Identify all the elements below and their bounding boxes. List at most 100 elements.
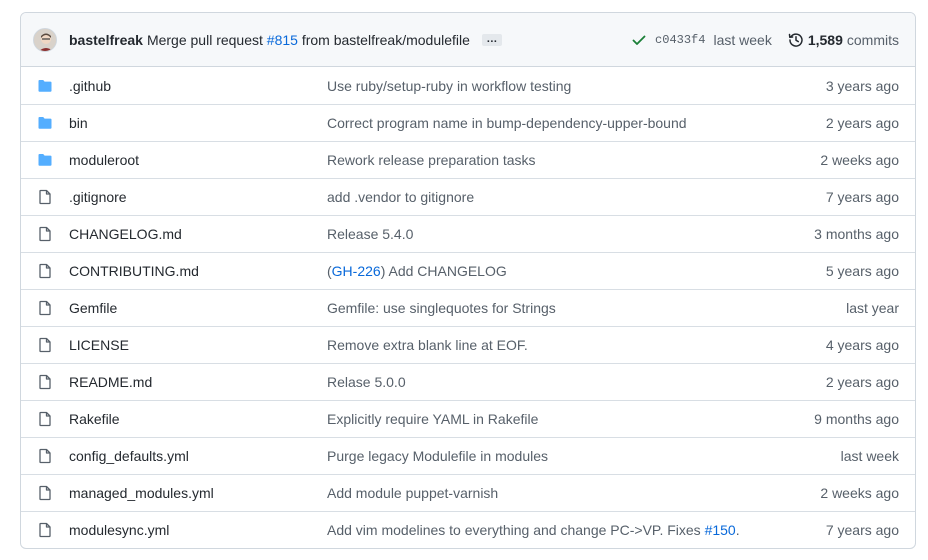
file-commit-message: Release 5.4.0 bbox=[311, 226, 814, 242]
file-name-link[interactable]: bin bbox=[69, 115, 311, 131]
file-commit-age[interactable]: 7 years ago bbox=[826, 522, 899, 538]
commits-label[interactable]: commits bbox=[847, 32, 899, 48]
commit-message-suffix: from bastelfreak/modulefile bbox=[301, 31, 470, 48]
file-commit-age[interactable]: last year bbox=[846, 300, 899, 316]
file-name-link[interactable]: README.md bbox=[69, 374, 311, 390]
commit-author[interactable]: bastelfreak bbox=[69, 32, 143, 48]
file-commit-age[interactable]: 4 years ago bbox=[826, 337, 899, 353]
commit-message-text[interactable]: Add vim modelines to everything and chan… bbox=[327, 522, 667, 538]
folder-icon bbox=[38, 79, 52, 92]
check-icon[interactable] bbox=[631, 32, 647, 48]
commit-message-text[interactable]: Correct program name in bump-dependency-… bbox=[327, 115, 687, 131]
file-name-link[interactable]: managed_modules.yml bbox=[69, 485, 311, 501]
file-icon bbox=[39, 337, 51, 353]
commit-message-text[interactable]: Purge legacy Modulefile in modules bbox=[327, 448, 548, 464]
file-row[interactable]: CONTRIBUTING.md (GH-226) Add CHANGELOG 5 y… bbox=[21, 252, 915, 289]
file-name-link[interactable]: CHANGELOG.md bbox=[69, 226, 311, 242]
file-name-link[interactable]: config_defaults.yml bbox=[69, 448, 311, 464]
file-commit-age[interactable]: 7 years ago bbox=[826, 189, 899, 205]
file-commit-message: add .vendor to gitignore bbox=[311, 189, 826, 205]
file-commit-message: Correct program name in bump-dependency-… bbox=[311, 115, 826, 131]
file-row[interactable]: LICENSE Remove extra blank line at EOF. 4 … bbox=[21, 326, 915, 363]
file-commit-age[interactable]: 2 weeks ago bbox=[820, 485, 899, 501]
file-commit-age[interactable]: 3 months ago bbox=[814, 226, 899, 242]
file-row[interactable]: Gemfile Gemfile: use singlequotes for Str… bbox=[21, 289, 915, 326]
commit-message-keyword: Fixes bbox=[667, 522, 701, 538]
file-commit-age[interactable]: 5 years ago bbox=[826, 263, 899, 279]
commit-message-text[interactable]: ) Add CHANGELOG bbox=[381, 263, 507, 279]
file-icon bbox=[39, 300, 51, 316]
file-row[interactable]: CHANGELOG.md Release 5.4.0 3 months ago bbox=[21, 215, 915, 252]
commit-message-text[interactable]: Add module puppet-varnish bbox=[327, 485, 498, 501]
file-icon bbox=[39, 448, 51, 464]
file-commit-age[interactable]: 2 weeks ago bbox=[820, 152, 899, 168]
file-commit-message: Add module puppet-varnish bbox=[311, 485, 820, 501]
file-commit-message: Purge legacy Modulefile in modules bbox=[311, 448, 841, 464]
file-name-link[interactable]: Rakefile bbox=[69, 411, 311, 427]
commit-pr-link[interactable]: #815 bbox=[267, 32, 298, 48]
file-commit-age[interactable]: last week bbox=[841, 448, 899, 464]
issue-link[interactable]: #150 bbox=[705, 522, 736, 538]
file-commit-message: Relase 5.0.0 bbox=[311, 374, 826, 390]
file-row[interactable]: config_defaults.yml Purge legacy Modulefi… bbox=[21, 437, 915, 474]
commit-message-text[interactable]: Remove extra blank line at EOF. bbox=[327, 337, 528, 353]
file-icon bbox=[39, 485, 51, 501]
commit-time: last week bbox=[713, 31, 772, 48]
file-commit-age[interactable]: 3 years ago bbox=[826, 78, 899, 94]
commits-count[interactable]: 1,589 bbox=[808, 32, 843, 48]
file-commit-message: Rework release preparation tasks bbox=[311, 152, 820, 168]
latest-commit-bar: bastelfreak Merge pull request #815 from… bbox=[21, 13, 915, 67]
file-commit-message: Use ruby/setup-ruby in workflow testing bbox=[311, 78, 826, 94]
file-row[interactable]: Rakefile Explicitly require YAML in Rakef… bbox=[21, 400, 915, 437]
file-row[interactable]: .github Use ruby/setup-ruby in workflow t… bbox=[21, 67, 915, 104]
avatar[interactable] bbox=[33, 27, 57, 52]
file-commit-age[interactable]: 2 years ago bbox=[826, 115, 899, 131]
file-row[interactable]: bin Correct program name in bump-dependen… bbox=[21, 104, 915, 141]
file-row[interactable]: managed_modules.yml Add module puppet-var… bbox=[21, 474, 915, 511]
file-icon bbox=[39, 522, 51, 538]
commit-message-prefix: Merge pull request bbox=[146, 31, 263, 48]
commit-message-text[interactable]: Explicitly require YAML in Rakefile bbox=[327, 411, 538, 427]
commit-message-text[interactable]: Use ruby/setup-ruby in workflow testing bbox=[327, 78, 571, 94]
commit-sha[interactable]: c0433f4 bbox=[655, 33, 705, 47]
commit-message-text[interactable]: add .vendor to gitignore bbox=[327, 189, 474, 205]
commit-message-text[interactable]: Gemfile: use singlequotes for Strings bbox=[327, 300, 556, 316]
file-list: .github Use ruby/setup-ruby in workflow t… bbox=[21, 67, 915, 548]
file-name-link[interactable]: CONTRIBUTING.md bbox=[69, 263, 311, 279]
commit-message-text[interactable]: Relase 5.0.0 bbox=[327, 374, 406, 390]
file-icon bbox=[39, 411, 51, 427]
file-commit-age[interactable]: 9 months ago bbox=[814, 411, 899, 427]
file-icon bbox=[39, 189, 51, 205]
file-row[interactable]: .gitignore add .vendor to gitignore 7 year… bbox=[21, 178, 915, 215]
commit-message-text[interactable]: . bbox=[736, 522, 740, 538]
history-icon[interactable] bbox=[788, 32, 804, 48]
file-icon bbox=[39, 263, 51, 279]
avatar-image bbox=[34, 28, 56, 51]
file-commit-age[interactable]: 2 years ago bbox=[826, 374, 899, 390]
file-commit-message: Explicitly require YAML in Rakefile bbox=[311, 411, 814, 427]
file-commit-message: Remove extra blank line at EOF. bbox=[311, 337, 826, 353]
file-name-link[interactable]: .gitignore bbox=[69, 189, 311, 205]
file-commit-message: Gemfile: use singlequotes for Strings bbox=[311, 300, 846, 316]
commit-meta: c0433f4 last week 1,589 commits bbox=[631, 32, 899, 48]
file-name-link[interactable]: modulesync.yml bbox=[69, 522, 311, 538]
file-row[interactable]: moduleroot Rework release preparation tas… bbox=[21, 141, 915, 178]
file-name-link[interactable]: LICENSE bbox=[69, 337, 311, 353]
commit-message-text[interactable]: Release 5.4.0 bbox=[327, 226, 413, 242]
file-name-link[interactable]: .github bbox=[69, 78, 311, 94]
expand-message-button[interactable]: … bbox=[481, 33, 502, 46]
file-icon bbox=[39, 226, 51, 242]
file-icon bbox=[39, 374, 51, 390]
file-browser: bastelfreak Merge pull request #815 from… bbox=[20, 12, 916, 549]
folder-icon bbox=[38, 117, 52, 129]
commit-message[interactable]: Merge pull request #815 from bastelfreak… bbox=[147, 32, 470, 48]
file-commit-message: (GH-226) Add CHANGELOG bbox=[311, 263, 826, 279]
file-commit-message: Add vim modelines to everything and chan… bbox=[311, 522, 826, 538]
file-row[interactable]: README.md Relase 5.0.0 2 years ago bbox=[21, 363, 915, 400]
issue-link[interactable]: GH-226 bbox=[332, 263, 381, 279]
file-name-link[interactable]: Gemfile bbox=[69, 300, 311, 316]
file-name-link[interactable]: moduleroot bbox=[69, 152, 311, 168]
commit-message-text[interactable]: Rework release preparation tasks bbox=[327, 152, 536, 168]
folder-icon bbox=[38, 154, 52, 166]
file-row[interactable]: modulesync.yml Add vim modelines to every… bbox=[21, 511, 915, 548]
